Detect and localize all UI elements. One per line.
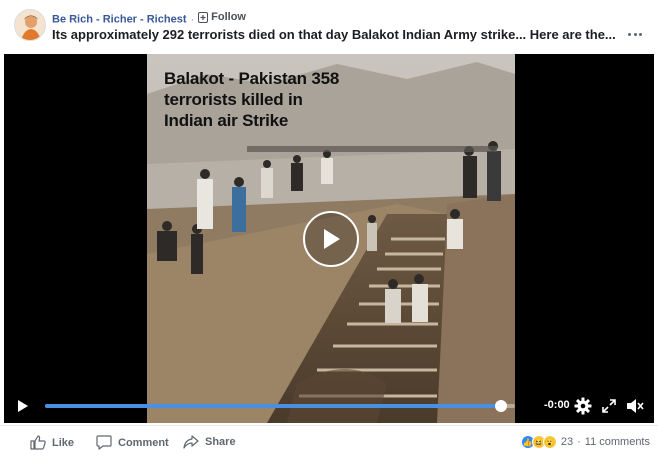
author-line: Be Rich - Richer - Richest · Follow bbox=[52, 11, 246, 26]
comment-icon bbox=[96, 435, 112, 450]
time-remaining: -0:00 bbox=[544, 399, 570, 411]
progress-scrubber[interactable] bbox=[494, 400, 507, 412]
reaction-count: 23 bbox=[560, 436, 574, 448]
separator-dot: · bbox=[577, 436, 581, 448]
caption-line: Indian air Strike bbox=[164, 111, 289, 130]
video-controls: -0:00 bbox=[4, 390, 654, 423]
play-icon[interactable] bbox=[17, 399, 29, 413]
thumbs-up-icon bbox=[30, 435, 46, 450]
reactions-summary[interactable]: 👍 😆 😮 23 · 11 comments bbox=[520, 435, 650, 449]
comments-count-link[interactable]: 11 comments bbox=[585, 436, 650, 448]
avatar[interactable] bbox=[14, 9, 46, 41]
like-button[interactable]: Like bbox=[30, 435, 74, 450]
progress-bar[interactable] bbox=[45, 400, 515, 412]
separator-dot: · bbox=[190, 13, 195, 26]
share-label: Share bbox=[205, 436, 236, 448]
share-icon bbox=[183, 435, 199, 449]
play-circle-icon[interactable] bbox=[303, 211, 359, 267]
play-triangle bbox=[324, 229, 340, 249]
volume-muted-icon[interactable] bbox=[626, 398, 644, 414]
gear-icon[interactable] bbox=[574, 397, 592, 415]
follow-label: Follow bbox=[211, 11, 246, 23]
more-horizontal-icon[interactable] bbox=[628, 27, 642, 41]
progress-fill bbox=[45, 404, 501, 408]
like-label: Like bbox=[52, 436, 75, 449]
caption-line: terrorists killed in bbox=[164, 90, 303, 109]
share-button[interactable]: Share bbox=[183, 435, 236, 449]
action-bar: Like Comment Share 👍 😆 😮 23 · 11 comment… bbox=[0, 425, 658, 457]
caption-line: Balakot - Pakistan 358 bbox=[164, 69, 340, 88]
follow-button[interactable]: Follow bbox=[198, 11, 246, 23]
video-player[interactable]: Balakot - Pakistan 358 terrorists killed… bbox=[4, 54, 654, 423]
page-name-link[interactable]: Be Rich - Richer - Richest bbox=[52, 14, 186, 26]
comment-button[interactable]: Comment bbox=[96, 435, 169, 450]
post-header: Be Rich - Richer - Richest · Follow Its ap… bbox=[0, 0, 658, 52]
avatar-image bbox=[15, 10, 45, 40]
post-title[interactable]: Its approximately 292 terrorists died on… bbox=[52, 27, 616, 42]
comment-label: Comment bbox=[118, 436, 169, 449]
follow-icon bbox=[198, 11, 209, 23]
video-caption: Balakot - Pakistan 358 terrorists killed… bbox=[164, 68, 339, 131]
wow-reaction-icon: 😮 bbox=[542, 435, 557, 449]
reaction-icons: 👍 😆 😮 bbox=[520, 435, 557, 449]
fullscreen-icon[interactable] bbox=[602, 399, 616, 413]
